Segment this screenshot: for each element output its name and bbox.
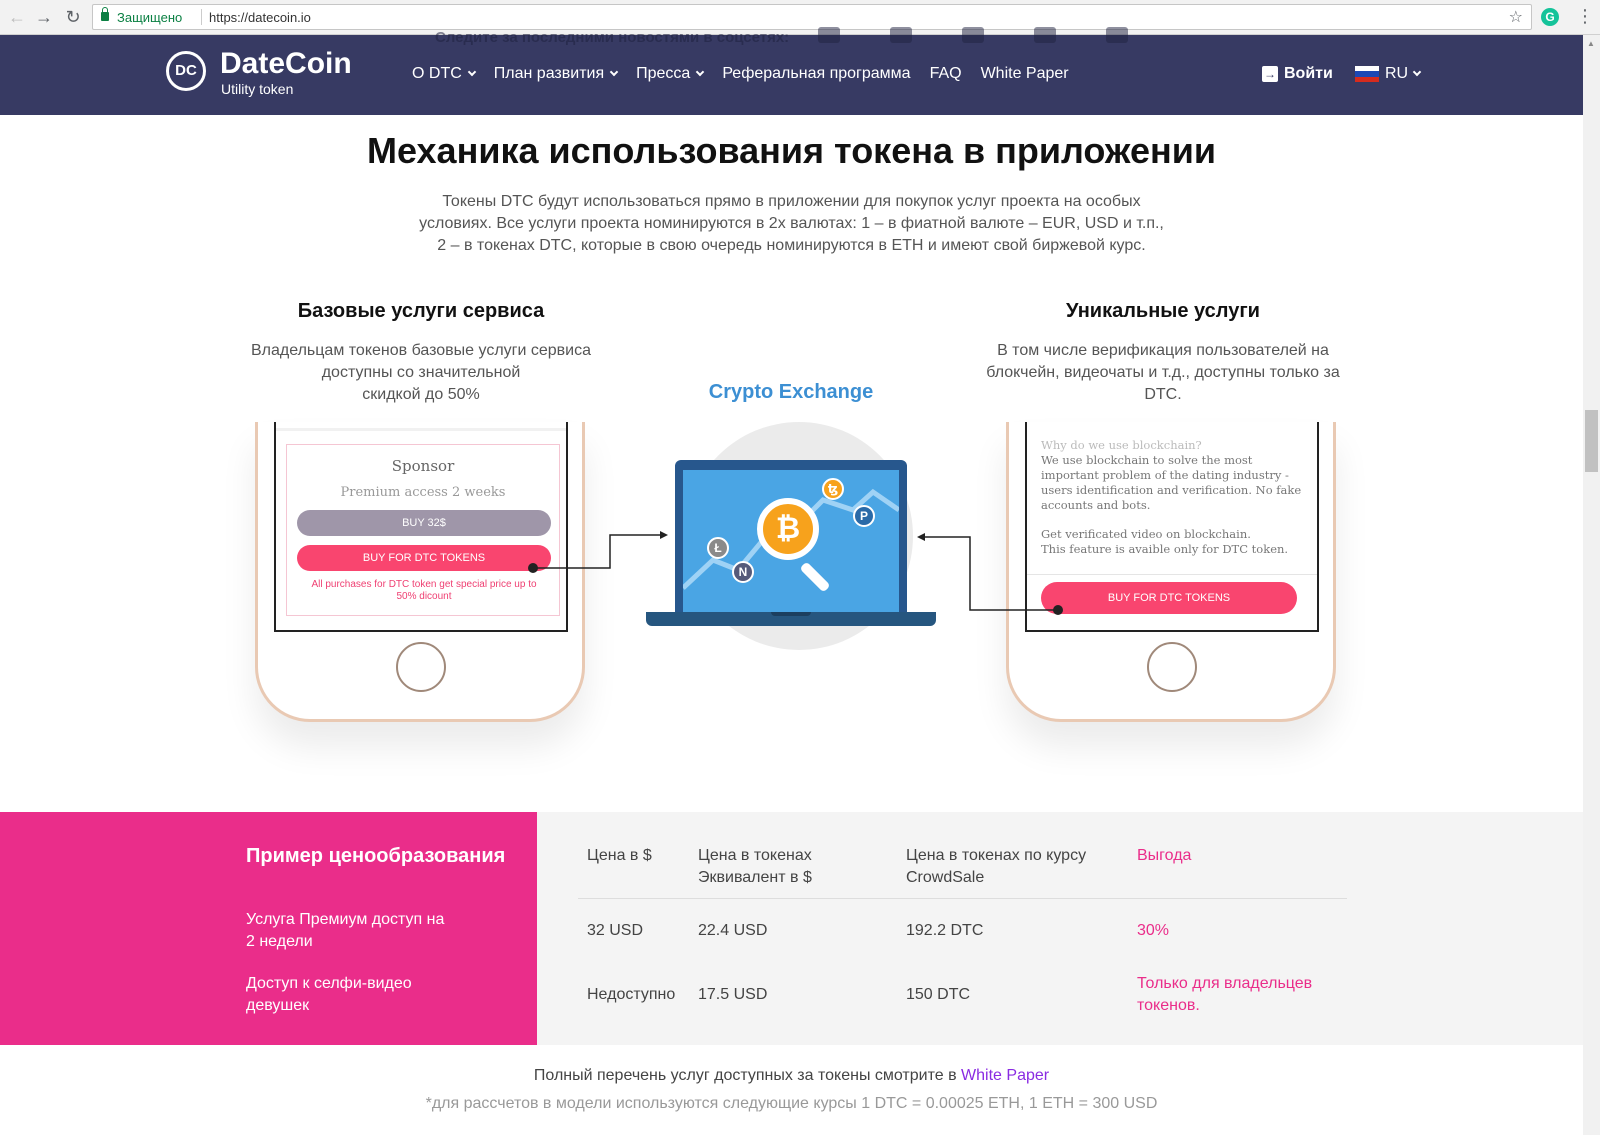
table-cell: 22.4 USD — [698, 922, 768, 939]
table-cell: 32 USD — [587, 922, 644, 939]
white-paper-reference: Полный перечень услуг доступных за токен… — [533, 1067, 1050, 1084]
page-scrollbar[interactable]: ▲ — [1583, 35, 1600, 1135]
scrollbar-thumb[interactable] — [1585, 410, 1598, 472]
table-cell: 192.2 DTC — [906, 922, 984, 939]
exchange-rate-note: *для рассчетов в модели используются сле… — [425, 1095, 1158, 1112]
pricing-row-label: Доступ к селфи-видео девушек — [246, 975, 412, 1014]
header-benefit: Выгода — [1137, 847, 1192, 864]
scroll-up-arrow-icon[interactable]: ▲ — [1587, 39, 1595, 48]
header-token-price: Цена в токенах Эквивалент в $ — [698, 847, 812, 886]
pricing-title: Пример ценообразования — [246, 845, 506, 867]
header-crowdsale-price: Цена в токенах по курсу CrowdSale — [906, 847, 1087, 886]
white-paper-link[interactable]: White Paper — [961, 1067, 1049, 1084]
table-cell: 150 DTC — [906, 986, 971, 1003]
pricing-row-label: Услуга Премиум доступ на 2 недели — [246, 911, 445, 950]
benefit-cell: 30% — [1137, 922, 1170, 939]
benefit-cell: Только для владельцев токенов. — [1137, 975, 1313, 1014]
table-cell: 17.5 USD — [698, 986, 768, 1003]
table-header-divider — [578, 898, 1347, 899]
table-cell: Недоступно — [587, 986, 676, 1003]
header-price-usd: Цена в $ — [587, 847, 652, 864]
